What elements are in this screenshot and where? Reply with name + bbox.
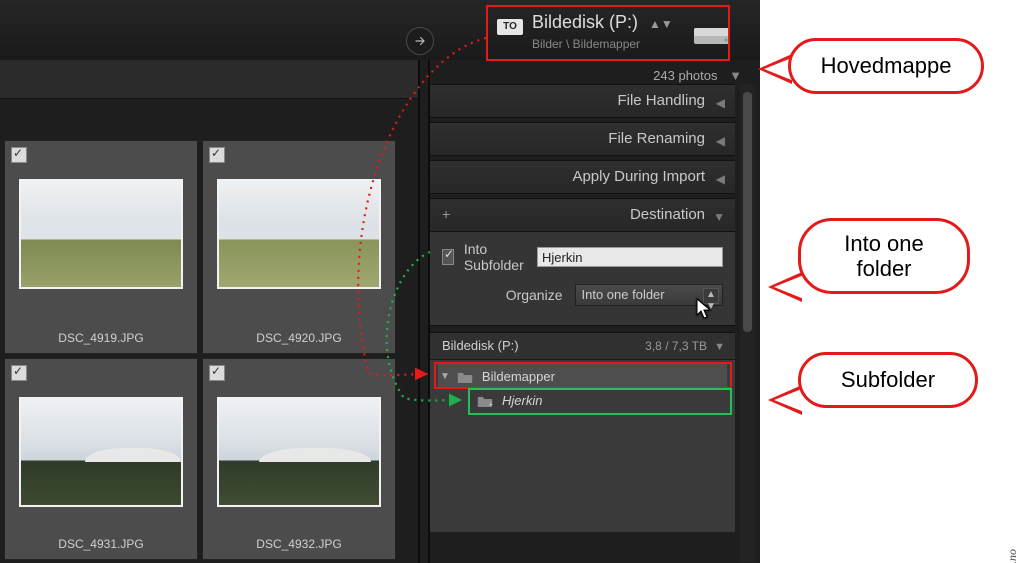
panel-divider[interactable] bbox=[418, 60, 430, 563]
svg-text:+: + bbox=[489, 399, 493, 407]
triangle-down-icon: ▼ bbox=[713, 210, 725, 224]
drive-icon bbox=[690, 20, 734, 55]
thumbnail-image bbox=[19, 397, 183, 507]
thumbnail-checkbox[interactable] bbox=[209, 365, 225, 381]
image-credit: © arnoldfoto.no bbox=[1005, 549, 1020, 563]
triangle-left-icon: ◀ bbox=[716, 96, 725, 110]
organize-value: Into one folder bbox=[582, 287, 665, 302]
triangle-down-icon: ▼ bbox=[714, 341, 725, 353]
tree-folder-hjerkin[interactable]: + Hjerkin bbox=[438, 388, 727, 412]
panel-label: File Renaming bbox=[608, 130, 705, 147]
thumbnail-filename: DSC_4931.JPG bbox=[5, 537, 197, 551]
volume-name: Bildedisk (P:) bbox=[442, 338, 519, 353]
panel-file-renaming[interactable]: File Renaming ◀ bbox=[430, 122, 735, 156]
volume-capacity: 3,8 / 7,3 TB bbox=[645, 339, 707, 353]
thumbnail[interactable]: DSC_4932.JPG bbox=[202, 358, 396, 560]
triangle-left-icon: ◀ bbox=[716, 172, 725, 186]
destination-drive-label: Bildedisk (P:) bbox=[532, 12, 638, 32]
updown-icon: ▲▼ bbox=[703, 288, 719, 304]
triangle-left-icon: ◀ bbox=[716, 134, 725, 148]
panel-label: File Handling bbox=[617, 92, 705, 109]
thumbnail[interactable]: DSC_4919.JPG bbox=[4, 140, 198, 354]
thumbnail-filename: DSC_4919.JPG bbox=[5, 331, 197, 345]
thumbnail-checkbox[interactable] bbox=[11, 147, 27, 163]
tree-folder-label: Bildemapper bbox=[482, 369, 555, 384]
panel-destination[interactable]: + Destination ▼ bbox=[430, 198, 735, 232]
thumbnail-checkbox[interactable] bbox=[209, 147, 225, 163]
grid-header bbox=[0, 60, 418, 99]
scrollbar-thumb[interactable] bbox=[743, 92, 752, 332]
callout-text: Subfolder bbox=[841, 367, 935, 393]
plus-icon[interactable]: + bbox=[442, 206, 450, 222]
vertical-scrollbar[interactable] bbox=[740, 84, 755, 562]
folder-new-icon: + bbox=[476, 394, 494, 407]
callout-subfolder: Subfolder bbox=[798, 352, 978, 408]
lightroom-window: TO Bildedisk (P:) ▲▼ Bilder \ Bildemappe… bbox=[0, 0, 760, 563]
destination-drive-picker[interactable]: Bildedisk (P:) ▲▼ bbox=[532, 12, 673, 33]
tree-folder-label: Hjerkin bbox=[502, 393, 542, 408]
photo-count-label: 243 photos bbox=[653, 68, 717, 83]
destination-tree: ▼ Bildemapper + Hjerkin bbox=[430, 360, 735, 532]
thumbnail-filename: DSC_4920.JPG bbox=[203, 331, 395, 345]
panel-file-handling[interactable]: File Handling ◀ bbox=[430, 84, 735, 118]
callout-text: Into one bbox=[844, 231, 924, 256]
photo-count[interactable]: 243 photos ▼ bbox=[653, 68, 742, 83]
callout-into-one-folder: Into one folder bbox=[798, 218, 970, 294]
import-top-bar: TO Bildedisk (P:) ▲▼ Bilder \ Bildemappe… bbox=[0, 0, 760, 60]
destination-panel-body: Into Subfolder Organize Into one folder … bbox=[430, 232, 735, 326]
panel-label: Destination bbox=[630, 206, 705, 223]
callout-hovedmappe: Hovedmappe bbox=[788, 38, 984, 94]
to-chip: TO bbox=[497, 19, 523, 35]
folder-icon bbox=[456, 370, 474, 383]
thumbnail-checkbox[interactable] bbox=[11, 365, 27, 381]
destination-path: Bilder \ Bildemapper bbox=[532, 37, 640, 51]
arrow-right-icon bbox=[413, 34, 427, 48]
chevron-down-icon[interactable]: ▼ bbox=[440, 371, 450, 382]
callout-text: folder bbox=[856, 256, 911, 281]
updown-icon: ▲▼ bbox=[649, 17, 673, 31]
thumbnail[interactable]: DSC_4931.JPG bbox=[4, 358, 198, 560]
panel-apply-during-import[interactable]: Apply During Import ◀ bbox=[430, 160, 735, 194]
subfolder-name-input[interactable] bbox=[537, 247, 723, 267]
into-subfolder-label: Into Subfolder bbox=[464, 241, 525, 273]
thumbnail[interactable]: DSC_4920.JPG bbox=[202, 140, 396, 354]
callout-tail bbox=[774, 275, 804, 299]
volume-header[interactable]: Bildedisk (P:) 3,8 / 7,3 TB ▼ bbox=[430, 332, 735, 360]
proceed-arrow-button[interactable] bbox=[406, 27, 434, 55]
callout-tail bbox=[774, 388, 804, 412]
panel-label: Apply During Import bbox=[572, 168, 705, 185]
into-subfolder-checkbox[interactable] bbox=[442, 249, 454, 265]
organize-dropdown[interactable]: Into one folder ▲▼ bbox=[575, 284, 724, 306]
thumbnail-filename: DSC_4932.JPG bbox=[203, 537, 395, 551]
thumbnail-image bbox=[19, 179, 183, 289]
thumbnail-image bbox=[217, 179, 381, 289]
callout-text: Hovedmappe bbox=[821, 53, 952, 79]
triangle-down-icon: ▼ bbox=[729, 68, 742, 83]
organize-label: Organize bbox=[442, 287, 563, 303]
thumbnail-image bbox=[217, 397, 381, 507]
tree-folder-bildemapper[interactable]: ▼ Bildemapper bbox=[438, 364, 727, 388]
